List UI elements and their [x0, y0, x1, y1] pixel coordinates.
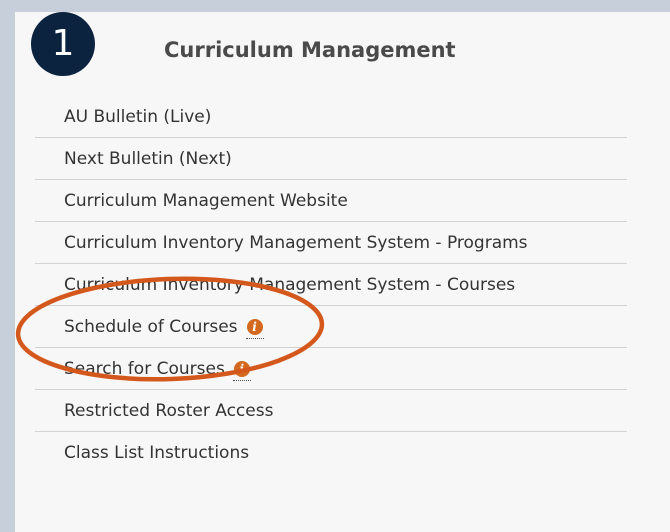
link-label[interactable]: Restricted Roster Access	[64, 401, 273, 421]
link-class-list-instructions[interactable]: Class List Instructions	[35, 432, 627, 474]
link-label[interactable]: Curriculum Inventory Management System -…	[64, 233, 528, 253]
link-schedule-of-courses[interactable]: Schedule of Courses i	[35, 306, 627, 348]
link-label[interactable]: Class List Instructions	[64, 443, 249, 463]
link-next-bulletin[interactable]: Next Bulletin (Next)	[35, 138, 627, 180]
step-number-badge: 1	[31, 12, 95, 76]
link-cims-courses[interactable]: Curriculum Inventory Management System -…	[35, 264, 627, 306]
info-circle-icon[interactable]: i	[232, 360, 251, 381]
link-label[interactable]: Next Bulletin (Next)	[64, 149, 232, 169]
link-cims-programs[interactable]: Curriculum Inventory Management System -…	[35, 222, 627, 264]
link-au-bulletin-live[interactable]: AU Bulletin (Live)	[35, 96, 627, 138]
link-curriculum-management-website[interactable]: Curriculum Management Website	[35, 180, 627, 222]
link-label[interactable]: Search for Courses	[64, 359, 225, 379]
link-label[interactable]: Schedule of Courses	[64, 317, 238, 337]
curriculum-link-list: AU Bulletin (Live) Next Bulletin (Next) …	[35, 96, 627, 474]
link-label[interactable]: Curriculum Management Website	[64, 191, 348, 211]
link-search-for-courses[interactable]: Search for Courses i	[35, 348, 627, 390]
section-heading: Curriculum Management	[164, 38, 456, 62]
link-label[interactable]: Curriculum Inventory Management System -…	[64, 275, 515, 295]
info-circle-icon[interactable]: i	[245, 318, 264, 339]
link-label[interactable]: AU Bulletin (Live)	[64, 107, 211, 127]
link-restricted-roster-access[interactable]: Restricted Roster Access	[35, 390, 627, 432]
